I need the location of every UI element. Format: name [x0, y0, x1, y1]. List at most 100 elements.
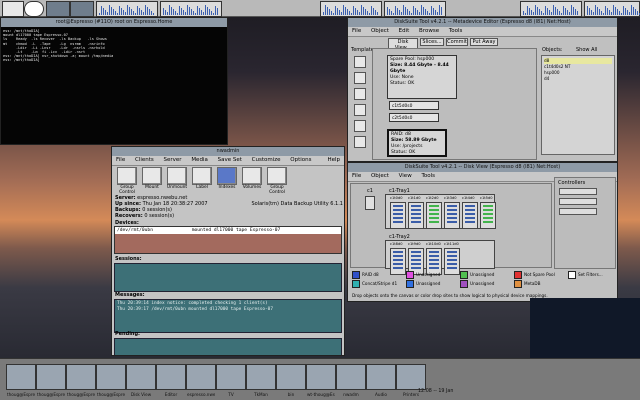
taskbar-item[interactable]: thoug@Espresso: [96, 364, 126, 397]
indexes-button[interactable]: Indexes: [216, 167, 238, 193]
taskbar-item[interactable]: nwadm: [336, 364, 366, 397]
menu-media[interactable]: Media: [191, 157, 208, 163]
commit-button[interactable]: Commit: [446, 38, 468, 46]
taskbar-item[interactable]: Printers: [396, 364, 426, 397]
taskbar-item[interactable]: TV: [216, 364, 246, 397]
group-control-button[interactable]: Group Control: [266, 167, 288, 195]
list-item[interactable]: d4: [544, 76, 612, 82]
taskbar-item[interactable]: thoug@Espresso: [66, 364, 96, 397]
disk-canvas[interactable]: c1 c1-Tray1 c1t0d0 c1t1d0 c1t2d0 c1t3d0 c1t4…: [350, 183, 552, 275]
messages-list[interactable]: Thu 20:39:14 index notice: completed che…: [114, 299, 342, 333]
disk-icon[interactable]: [390, 202, 406, 229]
sessions-list[interactable]: [114, 263, 342, 292]
template-icon[interactable]: [354, 56, 366, 68]
taskbar-item[interactable]: Audio: [366, 364, 396, 397]
menu-edit[interactable]: Edit: [399, 28, 410, 34]
graph-bar: [533, 12, 534, 15]
menu-file[interactable]: File: [352, 28, 361, 34]
disk-icon[interactable]: [462, 202, 478, 229]
menu-customize[interactable]: Customize: [252, 157, 281, 163]
disk-icon[interactable]: [408, 202, 424, 229]
spare-slice[interactable]: c2t5d0s0: [389, 113, 439, 122]
legend-item[interactable]: RAID d8: [352, 271, 379, 279]
controller-item[interactable]: [559, 188, 597, 195]
spare-pool-box[interactable]: Spare Pool: hsp000 Size: 8.44 Gbyte - 8.…: [387, 55, 457, 99]
controller-item[interactable]: [559, 198, 597, 205]
devices-list[interactable]: /dev/rmt/0ubn mounted dl17000 tape Espre…: [114, 226, 342, 254]
menu-file[interactable]: File: [352, 173, 361, 179]
graph-bar: [339, 10, 340, 15]
graph-bar: [349, 11, 350, 15]
disk-icon[interactable]: [426, 202, 442, 229]
put-away-button[interactable]: Put Away: [470, 38, 498, 46]
taskbar-item[interactable]: thoug@Espresso: [6, 364, 36, 397]
template-icon[interactable]: [354, 104, 366, 116]
chat-log-window[interactable]: [530, 298, 640, 358]
template-icon[interactable]: [354, 136, 366, 148]
volumes-button[interactable]: Volumes: [241, 167, 263, 193]
legend-item[interactable]: Concat/Stripe d1: [352, 280, 397, 288]
menu-object[interactable]: Object: [371, 173, 389, 179]
nwadmin-window[interactable]: nwadmin File Clients Server Media Save S…: [111, 146, 345, 356]
controller-item[interactable]: [559, 208, 597, 215]
window-title[interactable]: DiskSuite Tool v4.2.1 -- Disk View (Espr…: [348, 163, 617, 172]
taskbar-item[interactable]: TkMan: [246, 364, 276, 397]
disk-icon[interactable]: [480, 202, 496, 229]
slices-button[interactable]: Slices...: [420, 38, 444, 46]
legend-item[interactable]: MetaDB: [514, 280, 541, 288]
terminal-title[interactable]: root@Espresso (#11O) root on Espresso.Ho…: [1, 18, 227, 27]
terminal-output[interactable]: ess: /mnt/thoDIA] mount dl17000 tape Espr…: [1, 27, 227, 144]
disk-icon[interactable]: [444, 202, 460, 229]
menu-tools[interactable]: Tools: [421, 173, 435, 179]
legend-item[interactable]: Unassigned: [460, 280, 494, 288]
taskbar-item[interactable]: Editor: [156, 364, 186, 397]
menu-help[interactable]: Help: [327, 156, 340, 165]
menu-server[interactable]: Server: [164, 157, 182, 163]
objects-list[interactable]: d8 c1t4d0s2 NT hsp000 d4: [541, 55, 615, 155]
controller-icon[interactable]: [365, 196, 375, 210]
template-icon[interactable]: [354, 120, 366, 132]
unmount-button[interactable]: Unmount: [166, 167, 188, 193]
window-title[interactable]: nwadmin: [112, 147, 344, 156]
menu-object[interactable]: Object: [371, 28, 389, 34]
group-control-button[interactable]: Group Control: [116, 167, 138, 195]
legend-item[interactable]: Unassigned: [406, 271, 440, 279]
show-all-button[interactable]: Show All: [576, 47, 597, 53]
legend-item[interactable]: Unassigned: [406, 280, 440, 288]
menu-clients[interactable]: Clients: [135, 157, 154, 163]
terminal-window[interactable]: root@Espresso (#11O) root on Espresso.Ho…: [0, 17, 228, 145]
tray-box[interactable]: c1t0d0 c1t1d0 c1t2d0 c1t3d0 c1t4d0 c1t5d0: [385, 194, 496, 229]
disk-view-window[interactable]: DiskSuite Tool v4.2.1 -- Disk View (Espr…: [347, 162, 618, 302]
mount-button[interactable]: Mount: [141, 167, 163, 193]
graph-bar: [429, 13, 430, 15]
taskbar-item[interactable]: thoug@Espresso: [36, 364, 66, 397]
legend-item[interactable]: Not Spare Pool: [514, 271, 555, 279]
pager-cell[interactable]: [2, 1, 24, 17]
pager-cell[interactable]: [70, 1, 94, 17]
taskbar-item[interactable]: espresso.nwebu.net: [186, 364, 216, 397]
device-row[interactable]: /dev/rmt/0ubn mounted dl17000 tape Espre…: [115, 227, 341, 234]
taskbar-item[interactable]: wt-thoug@Espres: [306, 364, 336, 397]
menu-options[interactable]: Options: [290, 157, 311, 163]
spare-slice[interactable]: c1t5d0s0: [389, 101, 439, 110]
menu-view[interactable]: View: [399, 173, 412, 179]
raid-box[interactable]: RAID: d8 Size: 58.89 Gbyte Use: /project…: [387, 129, 447, 157]
taskbar-item[interactable]: bin: [276, 364, 306, 397]
menu-browse[interactable]: Browse: [419, 28, 439, 34]
metadevice-editor-window[interactable]: DiskSuite Tool v4.2.1 -- Metadevice Edit…: [347, 17, 618, 162]
graph-bar: [129, 7, 130, 15]
menu-file[interactable]: File: [116, 157, 125, 163]
legend-item[interactable]: Set Filters...: [568, 271, 603, 279]
label-button[interactable]: Label: [191, 167, 213, 193]
menu-save-set[interactable]: Save Set: [218, 157, 242, 163]
template-icon[interactable]: [354, 88, 366, 100]
tray-box[interactable]: c1t8d0 c1t9d0 c1t10d0 c1t11d0: [385, 240, 495, 275]
pager-cell[interactable]: [46, 1, 70, 17]
template-icon[interactable]: [354, 72, 366, 84]
canvas[interactable]: Spare Pool: hsp000 Size: 8.44 Gbyte - 8.…: [372, 48, 537, 160]
window-title[interactable]: DiskSuite Tool v4.2.1 -- Metadevice Edit…: [348, 18, 617, 27]
legend-item[interactable]: Unassigned: [460, 271, 494, 279]
taskbar-item[interactable]: Disk View: [126, 364, 156, 397]
menu-tools[interactable]: Tools: [449, 28, 463, 34]
pending-list[interactable]: [114, 338, 342, 355]
